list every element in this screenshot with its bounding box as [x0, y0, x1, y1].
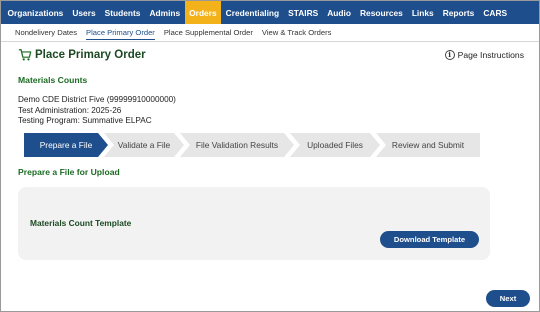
- prepare-file-heading: Prepare a File for Upload: [18, 167, 120, 177]
- nav-cars[interactable]: CARS: [479, 1, 512, 24]
- shopping-cart-icon: [18, 49, 32, 61]
- step-review-and-submit[interactable]: Review and Submit: [376, 133, 480, 157]
- nav-resources[interactable]: Resources: [355, 1, 407, 24]
- nav-organizations[interactable]: Organizations: [3, 1, 68, 24]
- nav-users[interactable]: Users: [68, 1, 100, 24]
- nav-reports[interactable]: Reports: [438, 1, 479, 24]
- wizard-steps: Prepare a File Validate a File File Vali…: [24, 133, 480, 157]
- page-instructions-label: Page Instructions: [457, 50, 524, 60]
- step-uploaded-files[interactable]: Uploaded Files: [290, 133, 380, 157]
- top-navigation: Organizations Users Students Admins Orde…: [1, 1, 539, 24]
- testing-program-text: Testing Program: Summative ELPAC: [18, 116, 152, 125]
- materials-counts-heading: Materials Counts: [18, 75, 88, 85]
- nav-stairs[interactable]: STAIRS: [284, 1, 323, 24]
- nav-credentialing[interactable]: Credentialing: [221, 1, 284, 24]
- step-validate-a-file[interactable]: Validate a File: [104, 133, 184, 157]
- step-label: File Validation Results: [195, 140, 279, 150]
- step-label: Uploaded Files: [307, 140, 363, 150]
- step-prepare-a-file[interactable]: Prepare a File: [24, 133, 108, 157]
- district-text: Demo CDE District Five (99999910000000): [18, 95, 176, 104]
- step-label: Prepare a File: [39, 140, 93, 150]
- step-label: Validate a File: [117, 140, 171, 150]
- subnav-nondelivery-dates[interactable]: Nondelivery Dates: [15, 26, 77, 39]
- next-button[interactable]: Next: [486, 290, 530, 307]
- nav-audio[interactable]: Audio: [323, 1, 356, 24]
- step-label: Review and Submit: [391, 140, 465, 150]
- subnav-place-supplemental-order[interactable]: Place Supplemental Order: [164, 26, 253, 39]
- subnav-place-primary-order[interactable]: Place Primary Order: [86, 26, 155, 40]
- template-panel: Materials Count Template Download Templa…: [18, 187, 490, 260]
- nav-admins[interactable]: Admins: [145, 1, 185, 24]
- nav-students[interactable]: Students: [100, 1, 145, 24]
- title-row: Place Primary Order i Page Instructions: [18, 47, 524, 63]
- materials-count-template-label: Materials Count Template: [30, 218, 132, 228]
- nav-orders[interactable]: Orders: [184, 1, 222, 24]
- order-info: Demo CDE District Five (99999910000000) …: [18, 95, 176, 127]
- step-file-validation-results[interactable]: File Validation Results: [180, 133, 294, 157]
- page-instructions-link[interactable]: i Page Instructions: [444, 50, 524, 60]
- test-administration-text: Test Administration: 2025-26: [18, 105, 122, 115]
- info-icon: i: [444, 50, 455, 60]
- nav-links[interactable]: Links: [407, 1, 438, 24]
- download-template-button[interactable]: Download Template: [380, 231, 479, 248]
- sub-navigation: Nondelivery Dates Place Primary Order Pl…: [1, 24, 539, 42]
- page-title: Place Primary Order: [35, 49, 146, 61]
- subnav-view-track-orders[interactable]: View & Track Orders: [262, 26, 332, 39]
